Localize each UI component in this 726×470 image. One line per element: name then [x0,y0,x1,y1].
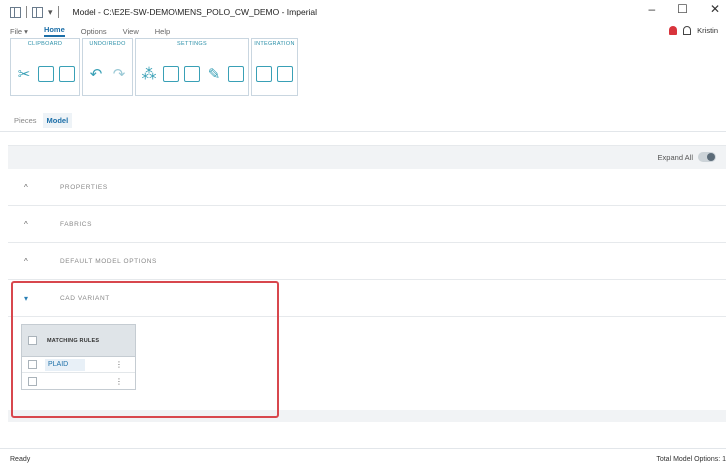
rules-settings-icon[interactable]: ✎ [205,65,223,83]
section-title: DEFAULT MODEL OPTIONS [60,257,157,265]
group-label: CLIPBOARD [27,41,63,47]
app-icon [10,6,21,18]
import-icon[interactable] [256,66,272,82]
chevron-up-icon[interactable]: ^ [24,220,34,229]
menu-options[interactable]: Options [81,27,107,36]
section-fabrics[interactable]: ^ FABRICS [8,206,726,243]
status-bar: Ready Total Model Options: 1 [0,448,726,470]
cut-icon[interactable]: ✂ [15,65,33,83]
size-settings-icon[interactable]: ⁂ [140,65,158,83]
section-properties[interactable]: ^ PROPERTIES [8,169,726,206]
user-name[interactable]: Kristin [697,26,718,35]
total-model-options: Total Model Options: 1 [656,456,726,463]
menu-bar: File ▾ Home Options View Help [0,24,726,38]
group-label: SETTINGS [177,41,207,47]
paste-icon[interactable] [59,66,75,82]
expand-all-toggle[interactable] [698,152,716,162]
maximize-icon[interactable]: ☐ [677,2,688,16]
ribbon-group-clipboard: CLIPBOARD ✂ [10,38,80,96]
fabric-settings-icon[interactable] [163,66,179,82]
menu-home[interactable]: Home [43,25,65,37]
close-icon[interactable]: ✕ [710,2,720,16]
ribbon-group-integration: INTEGRATION [251,38,298,96]
ribbon: CLIPBOARD ✂ UNDO/REDO ↶ ↷ SETTINGS ⁂ ✎ I… [10,38,298,100]
title-bar: ▾ Model - C:\E2E-SW-DEMO\MENS_POLO_CW_DE… [0,0,726,24]
user-area: Kristin [669,26,718,35]
status-text: Ready [10,456,31,463]
section-title: FABRICS [60,220,93,228]
expand-all-control: Expand All [658,152,716,162]
window-controls: – ☐ ✕ [648,2,720,16]
separator [26,6,27,18]
expand-all-label: Expand All [657,152,693,162]
menu-view[interactable]: View [123,27,139,36]
separator [57,6,59,18]
sub-tabs: Pieces Model [0,110,726,132]
grid-settings-icon[interactable] [228,66,244,82]
group-label: UNDO/REDO [89,41,126,47]
menu-file[interactable]: File ▾ [10,27,28,36]
user-icon[interactable] [683,26,692,35]
ribbon-group-undo-redo: UNDO/REDO ↶ ↷ [82,38,133,96]
chevron-up-icon[interactable]: ^ [24,257,34,266]
window-title: Model - C:\E2E-SW-DEMO\MENS_POLO_CW_DEMO… [72,7,318,17]
minimize-icon[interactable]: – [648,2,655,16]
menu-help[interactable]: Help [155,27,170,36]
highlight-box [11,281,279,418]
notification-icon[interactable] [669,26,678,35]
section-title: PROPERTIES [60,183,108,191]
layout-settings-icon[interactable] [184,66,200,82]
chevron-up-icon[interactable]: ^ [24,183,34,192]
undo-icon[interactable]: ↶ [87,65,105,83]
tab-pieces[interactable]: Pieces [14,116,37,125]
group-label: INTEGRATION [254,41,295,47]
export-icon[interactable] [277,66,293,82]
copy-icon[interactable] [38,66,54,82]
toolbar-row: Expand All [8,145,726,169]
tab-model[interactable]: Model [42,113,73,128]
redo-icon[interactable]: ↷ [110,65,128,83]
save-icon[interactable] [32,6,43,18]
quick-access-toolbar: ▾ [10,6,59,18]
dropdown-icon[interactable]: ▾ [48,7,53,18]
ribbon-group-settings: SETTINGS ⁂ ✎ [135,38,249,96]
section-default-model-options[interactable]: ^ DEFAULT MODEL OPTIONS [8,243,726,280]
